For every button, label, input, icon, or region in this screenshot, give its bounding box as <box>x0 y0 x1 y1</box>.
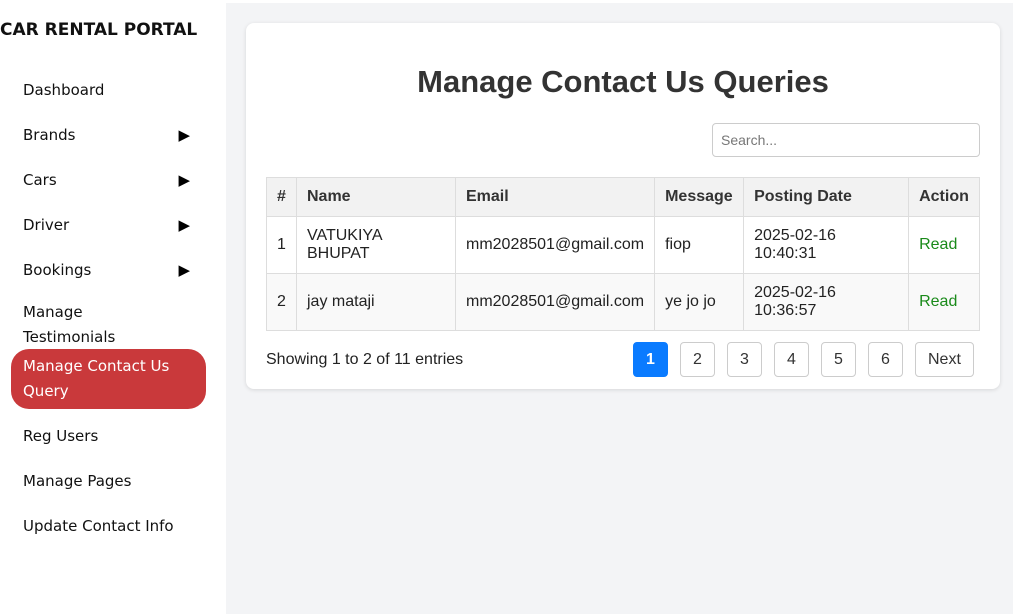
sidebar-item-reg-users[interactable]: Reg Users <box>11 413 206 458</box>
page-title: Manage Contact Us Queries <box>417 64 829 99</box>
queries-card: Manage Contact Us Queries # Name Email M… <box>246 23 1000 389</box>
cell-action: Read <box>908 216 980 274</box>
sidebar-item-label: Manage Contact Us Query <box>23 357 170 400</box>
read-link[interactable]: Read <box>919 236 957 253</box>
entries-info: Showing 1 to 2 of 11 entries <box>266 351 464 368</box>
column-header-message[interactable]: Message <box>654 177 745 217</box>
page-button-3[interactable]: 3 <box>727 342 762 377</box>
table-header-row: # Name Email Message Posting Date Action <box>266 177 980 217</box>
sidebar-item-label: Brands <box>23 125 76 144</box>
top-divider <box>226 0 1013 3</box>
page-button-5[interactable]: 5 <box>821 342 856 377</box>
next-page-button[interactable]: Next <box>915 342 974 377</box>
sidebar-item-label: Dashboard <box>23 80 105 99</box>
sidebar-item-label: Bookings <box>23 260 92 279</box>
sidebar-item-brands[interactable]: Brands ▶ <box>11 112 206 157</box>
cell-name: jay mataji <box>296 273 456 331</box>
queries-table: # Name Email Message Posting Date Action… <box>266 177 980 331</box>
caret-right-icon: ▶ <box>178 125 190 144</box>
cell-message: ye jo jo <box>654 273 745 331</box>
sidebar-item-cars[interactable]: Cars ▶ <box>11 157 206 202</box>
search-input[interactable] <box>712 123 980 157</box>
sidebar-item-update-contact[interactable]: Update Contact Info <box>11 503 206 548</box>
sidebar-item-label: Reg Users <box>23 426 99 445</box>
sidebar-item-bookings[interactable]: Bookings ▶ <box>11 247 206 292</box>
table-row: 2 jay mataji mm2028501@gmail.com ye jo j… <box>266 273 980 331</box>
caret-right-icon: ▶ <box>178 260 190 279</box>
sidebar-item-label: Manage Testimonials <box>23 302 116 346</box>
sidebar-item-label: Driver <box>23 215 70 234</box>
page-button-1[interactable]: 1 <box>633 342 668 377</box>
column-header-email[interactable]: Email <box>454 177 656 217</box>
cell-name: VATUKIYA BHUPAT <box>296 216 456 274</box>
pagination: 1 2 3 4 5 6 Next <box>633 342 974 377</box>
cell-email: mm2028501@gmail.com <box>454 216 656 274</box>
read-link[interactable]: Read <box>919 293 957 310</box>
page-button-6[interactable]: 6 <box>868 342 903 377</box>
sidebar-nav: Dashboard Brands ▶ Cars ▶ Driver ▶ Booki… <box>11 67 206 548</box>
column-header-posting-date[interactable]: Posting Date <box>743 177 910 217</box>
sidebar-item-driver[interactable]: Driver ▶ <box>11 202 206 247</box>
caret-right-icon: ▶ <box>178 215 190 234</box>
sidebar-item-label: Update Contact Info <box>23 516 174 535</box>
column-header-number[interactable]: # <box>266 177 297 217</box>
sidebar-item-contact-query[interactable]: Manage Contact Us Query <box>11 349 206 409</box>
column-header-name[interactable]: Name <box>296 177 456 217</box>
sidebar: CAR RENTAL PORTAL Dashboard Brands ▶ Car… <box>0 0 226 614</box>
sidebar-item-manage-pages[interactable]: Manage Pages <box>11 458 206 503</box>
table-row: 1 VATUKIYA BHUPAT mm2028501@gmail.com fi… <box>266 216 980 274</box>
cell-number: 1 <box>266 216 297 274</box>
sidebar-item-label: Manage Pages <box>23 471 132 490</box>
caret-right-icon: ▶ <box>178 170 190 189</box>
sidebar-item-testimonials[interactable]: Manage Testimonials <box>11 292 206 353</box>
cell-action: Read <box>908 273 980 331</box>
cell-posting-date: 2025-02-16 10:36:57 <box>743 273 910 331</box>
cell-email: mm2028501@gmail.com <box>454 273 656 331</box>
cell-number: 2 <box>266 273 297 331</box>
cell-posting-date: 2025-02-16 10:40:31 <box>743 216 910 274</box>
column-header-action[interactable]: Action <box>908 177 980 217</box>
cell-message: fiop <box>654 216 745 274</box>
sidebar-item-dashboard[interactable]: Dashboard <box>11 67 206 112</box>
sidebar-item-label: Cars <box>23 170 57 189</box>
page-button-4[interactable]: 4 <box>774 342 809 377</box>
brand-title: CAR RENTAL PORTAL <box>0 20 198 40</box>
page-button-2[interactable]: 2 <box>680 342 715 377</box>
